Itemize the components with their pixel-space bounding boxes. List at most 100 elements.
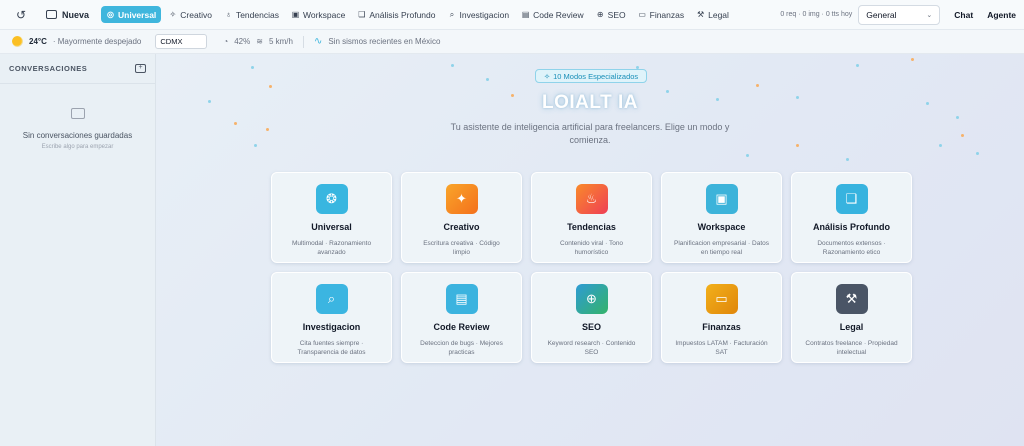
tab-finanzas[interactable]: ▭ Finanzas xyxy=(633,6,690,23)
weather-condition: · Mayormente despejado xyxy=(52,37,142,46)
wind-value: 5 km/h xyxy=(268,37,293,46)
card-title: Universal xyxy=(311,222,352,232)
particle-dot xyxy=(234,122,237,125)
sparkles-icon: ✦ xyxy=(445,184,478,214)
mode-card-investigacion[interactable]: ⌕ Investigacion Cita fuentes siempre · T… xyxy=(271,272,392,363)
card-title: Legal xyxy=(839,322,864,332)
card-description: Contenido viral · Tono humorístico xyxy=(559,240,624,256)
model-select[interactable]: General ⌄ xyxy=(858,4,941,25)
gavel-icon: ⚒ xyxy=(835,284,868,314)
tab-label: Tendencias xyxy=(235,9,279,20)
card-title: Investigacion xyxy=(302,322,361,332)
humidity-value: 42% xyxy=(234,37,251,46)
card-description: Cita fuentes siempre · Transparencia de … xyxy=(297,340,366,356)
modes-badge-label: 10 Modos Especializados xyxy=(553,71,639,81)
card-description: Documentos extensos · Razonamiento etico xyxy=(817,240,886,256)
tab-analisis-profundo[interactable]: ❑ Análisis Profundo xyxy=(352,6,440,23)
history-icon[interactable]: ↺ xyxy=(8,4,34,26)
particle-dot xyxy=(756,84,759,87)
card-title: Code Review xyxy=(433,322,490,332)
particle-dot xyxy=(486,78,489,81)
usage-stats: 0 req · 0 img · 0 tts hoy xyxy=(780,11,853,18)
new-chat-button[interactable]: Nueva xyxy=(38,4,97,26)
card-description: Deteccion de bugs · Mejores practicas xyxy=(420,340,503,356)
empty-hint: Escribe algo para empezar xyxy=(41,144,114,150)
search-icon: ⌕ xyxy=(449,9,455,19)
tab-tendencias[interactable]: ♁ Tendencias xyxy=(219,6,284,23)
city-select[interactable]: CDMX xyxy=(155,34,208,49)
flame-icon: ♨ xyxy=(575,184,608,214)
particle-dot xyxy=(269,85,272,88)
mode-tabs: ◎ Universal ✧ Creativo ♁ Tendencias ▣ Worksp… xyxy=(101,6,734,23)
mode-card-universal[interactable]: ❂ Universal Multimodal · Razonamiento av… xyxy=(271,172,392,263)
agent-mode-button[interactable]: Agente xyxy=(987,10,1016,20)
particle-dot xyxy=(956,116,959,119)
tab-legal[interactable]: ⚒ Legal xyxy=(691,6,734,23)
tab-investigacion[interactable]: ⌕ Investigacion xyxy=(442,6,514,23)
code-file-icon: ▤ xyxy=(445,284,478,314)
sparkles-icon: ✧ xyxy=(169,10,177,19)
card-description: Escritura creativa · Código limpio xyxy=(423,240,500,256)
particle-dot xyxy=(939,144,942,147)
tab-label: Investigacion xyxy=(459,9,510,20)
empty-title: Sin conversaciones guardadas xyxy=(22,131,133,140)
mode-card-workspace[interactable]: ▣ Workspace Planificacion empresarial · … xyxy=(661,172,782,263)
new-folder-icon[interactable]: + xyxy=(135,64,146,73)
particle-dot xyxy=(451,64,454,67)
banknote-icon: ▭ xyxy=(705,284,738,314)
card-title: SEO xyxy=(581,322,601,332)
chevron-down-icon: ⌄ xyxy=(926,11,933,19)
particle-dot xyxy=(251,66,254,69)
mode-card-code-review[interactable]: ▤ Code Review Deteccion de bugs · Mejore… xyxy=(401,272,522,363)
particle-dot xyxy=(911,58,914,61)
new-chat-icon xyxy=(46,10,57,19)
card-title: Tendencias xyxy=(567,222,616,232)
tab-label: Workspace xyxy=(302,9,346,20)
tab-label: SEO xyxy=(607,9,626,20)
brain-icon: ◎ xyxy=(107,10,114,19)
tagline: Tu asistente de inteligencia artificial … xyxy=(450,122,730,145)
card-description: Multimodal · Razonamiento avanzado xyxy=(291,240,372,256)
particle-dot xyxy=(746,154,749,157)
tab-universal[interactable]: ◎ Universal xyxy=(101,6,162,23)
brand-title: LOIALT IA xyxy=(542,92,638,113)
mode-card-analisis-profundo[interactable]: ❑ Análisis Profundo Documentos extensos … xyxy=(791,172,912,263)
new-chat-label: Nueva xyxy=(62,9,90,20)
tab-seo[interactable]: ⊕ SEO xyxy=(591,6,631,23)
mode-card-finanzas[interactable]: ▭ Finanzas Impuestos LATAM · Facturación… xyxy=(661,272,782,363)
particle-dot xyxy=(846,158,849,161)
tab-creativo[interactable]: ✧ Creativo xyxy=(163,6,217,23)
sparkles-icon: ✧ xyxy=(543,71,551,81)
seismic-status: Sin sismos recientes en México xyxy=(328,37,441,46)
brain-icon: ❂ xyxy=(315,184,348,214)
tab-label: Creativo xyxy=(180,9,212,20)
card-description: Contratos freelance · Propiedad intelect… xyxy=(805,340,898,356)
mode-card-tendencias[interactable]: ♨ Tendencias Contenido viral · Tono humo… xyxy=(531,172,652,263)
model-select-value: General xyxy=(866,9,897,20)
code-file-icon: ▤ xyxy=(521,10,530,19)
tab-label: Code Review xyxy=(533,9,584,20)
card-title: Workspace xyxy=(697,222,746,232)
globe-icon: ⊕ xyxy=(575,284,608,314)
chat-mode-button[interactable]: Chat xyxy=(954,10,973,20)
particle-dot xyxy=(856,64,859,67)
briefcase-icon: ▣ xyxy=(705,184,738,214)
card-description: Planificacion empresarial · Datos en tie… xyxy=(674,240,770,256)
modes-badge: ✧ 10 Modos Especializados xyxy=(535,69,647,83)
tab-label: Finanzas xyxy=(649,9,685,20)
mode-card-creativo[interactable]: ✦ Creativo Escritura creativa · Código l… xyxy=(401,172,522,263)
particle-dot xyxy=(254,144,257,147)
particle-dot xyxy=(796,144,799,147)
tab-workspace[interactable]: ▣ Workspace xyxy=(286,6,350,23)
card-description: Keyword research · Contenido SEO xyxy=(547,340,636,356)
sidebar-header: CONVERSACIONES + xyxy=(0,54,155,84)
briefcase-icon: ▣ xyxy=(291,10,300,19)
mode-cards-grid: ❂ Universal Multimodal · Razonamiento av… xyxy=(271,172,912,363)
mode-card-seo[interactable]: ⊕ SEO Keyword research · Contenido SEO xyxy=(531,272,652,363)
card-title: Finanzas xyxy=(702,322,741,332)
main-content: ✧ 10 Modos Especializados LOIALT IA Tu a… xyxy=(156,54,1024,446)
divider xyxy=(302,35,304,48)
mode-card-legal[interactable]: ⚒ Legal Contratos freelance · Propiedad … xyxy=(791,272,912,363)
tab-code-review[interactable]: ▤ Code Review xyxy=(516,6,589,23)
sidebar-title: CONVERSACIONES xyxy=(9,64,88,73)
